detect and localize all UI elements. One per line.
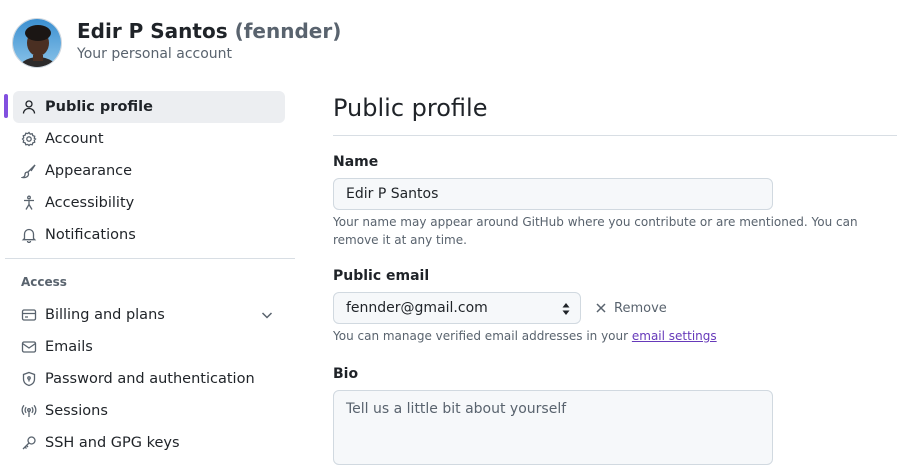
bell-icon xyxy=(21,227,37,243)
title-divider xyxy=(333,135,897,136)
avatar[interactable] xyxy=(12,18,62,68)
public-email-select[interactable]: fennder@gmail.com xyxy=(333,292,581,324)
sidebar-item-label: Password and authentication xyxy=(45,371,255,387)
sidebar-item-label: Billing and plans xyxy=(45,307,165,323)
mail-icon xyxy=(21,339,37,355)
sidebar-item-notifications[interactable]: Notifications xyxy=(13,219,285,251)
sidebar-item-appearance[interactable]: Appearance xyxy=(13,155,285,187)
key-icon xyxy=(21,435,37,451)
sidebar-item-label: Public profile xyxy=(45,99,153,115)
bio-label: Bio xyxy=(333,366,359,382)
sidebar-item-account[interactable]: Account xyxy=(13,123,285,155)
sidebar-item-label: Accessibility xyxy=(45,195,135,211)
user-full-name: Edir P Santos xyxy=(77,19,228,43)
page-title: Public profile xyxy=(333,94,488,122)
sidebar-item-public-profile[interactable]: Public profile xyxy=(13,91,285,123)
remove-email-button[interactable]: Remove xyxy=(594,298,667,318)
sidebar-item-ssh-gpg[interactable]: SSH and GPG keys xyxy=(13,427,285,459)
sidebar-item-label: Sessions xyxy=(45,403,108,419)
sidebar-item-label: Appearance xyxy=(45,163,133,179)
sidebar-item-sessions[interactable]: Sessions xyxy=(13,395,285,427)
name-input[interactable] xyxy=(333,178,773,210)
email-settings-link[interactable]: email settings xyxy=(632,329,717,343)
close-icon xyxy=(596,303,606,313)
user-login: (fennder) xyxy=(234,19,342,43)
credit-card-icon xyxy=(21,307,37,323)
paintbrush-icon xyxy=(21,163,37,179)
name-label: Name xyxy=(333,154,379,170)
sidebar-item-label: Notifications xyxy=(45,227,136,243)
name-help-text: Your name may appear around GitHub where… xyxy=(333,215,858,247)
sidebar-divider xyxy=(5,258,295,259)
email-help-text: You can manage verified email addresses … xyxy=(333,327,897,345)
sidebar-item-label: Emails xyxy=(45,339,93,355)
sidebar-item-billing[interactable]: Billing and plans xyxy=(13,299,285,331)
bio-textarea[interactable] xyxy=(333,390,773,465)
active-indicator xyxy=(4,94,8,118)
accessibility-icon xyxy=(21,195,37,211)
user-display-name[interactable]: Edir P Santos (fennder) xyxy=(77,19,341,43)
select-arrows-icon xyxy=(562,303,570,315)
remove-email-label: Remove xyxy=(614,300,667,316)
chevron-down-icon[interactable] xyxy=(259,307,275,323)
email-help-prefix: You can manage verified email addresses … xyxy=(333,329,632,343)
gear-icon xyxy=(21,131,37,147)
public-email-selected-value: fennder@gmail.com xyxy=(346,300,488,316)
sidebar-item-label: Account xyxy=(45,131,104,147)
person-icon xyxy=(21,99,37,115)
public-email-label: Public email xyxy=(333,268,430,284)
sidebar-item-emails[interactable]: Emails xyxy=(13,331,285,363)
account-type-label: Your personal account xyxy=(77,46,233,62)
shield-lock-icon xyxy=(21,371,37,387)
sidebar-item-label: SSH and GPG keys xyxy=(45,435,180,451)
sidebar-item-accessibility[interactable]: Accessibility xyxy=(13,187,285,219)
sidebar-item-password-auth[interactable]: Password and authentication xyxy=(13,363,285,395)
sidebar-section-heading: Access xyxy=(21,275,67,289)
broadcast-icon xyxy=(21,403,37,419)
